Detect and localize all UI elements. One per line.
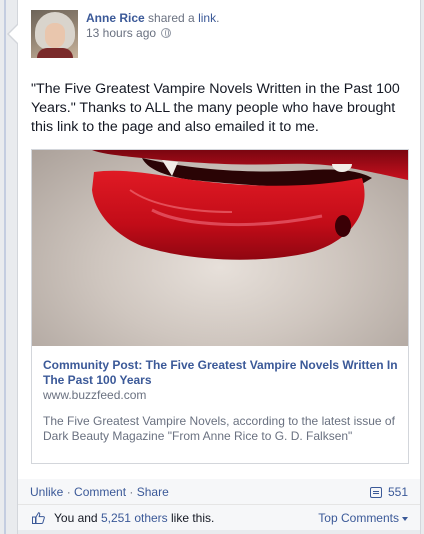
top-comments-label: Top Comments xyxy=(318,511,399,525)
author-name[interactable]: Anne Rice xyxy=(86,11,145,25)
thumbs-up-icon xyxy=(32,512,45,524)
timeline-pointer-inner xyxy=(9,25,18,43)
post-meta: 13 hours ago xyxy=(86,26,172,40)
globe-icon[interactable] xyxy=(161,28,172,38)
shared-link-image[interactable] xyxy=(32,150,408,346)
unlike-link[interactable]: Unlike xyxy=(30,485,63,499)
action-links: Unlike · Comment · Share xyxy=(30,485,169,499)
timeline-line xyxy=(4,0,6,534)
shared-link-description: The Five Greatest Vampire Novels, accord… xyxy=(43,414,395,443)
action-verb: shared a xyxy=(148,11,195,25)
author-avatar[interactable] xyxy=(31,10,78,58)
comment-link[interactable]: Comment xyxy=(74,485,126,499)
shared-link-domain: www.buzzfeed.com xyxy=(43,388,147,402)
avatar-shirt xyxy=(37,48,73,58)
likes-summary: You and 5,251 others like this. xyxy=(54,511,214,525)
bottom-strip xyxy=(18,530,420,534)
header-period: . xyxy=(216,11,220,25)
share-count-value: 551 xyxy=(387,485,408,499)
likes-prefix: You and xyxy=(54,511,101,525)
post-text: "The Five Greatest Vampire Novels Writte… xyxy=(31,81,400,135)
share-count[interactable]: 551 xyxy=(369,485,408,499)
action-separator: · xyxy=(126,485,137,499)
likes-others-link[interactable]: 5,251 others xyxy=(101,511,168,525)
action-link[interactable]: link xyxy=(198,11,216,25)
share-link[interactable]: Share xyxy=(137,485,169,499)
comment-bubble-icon xyxy=(369,486,382,498)
post-timestamp[interactable]: 13 hours ago xyxy=(86,26,156,40)
action-separator: · xyxy=(63,485,75,499)
action-bar: Unlike · Comment · Share 551 xyxy=(18,479,420,505)
top-comments-dropdown[interactable]: Top Comments xyxy=(318,511,408,525)
shared-link-title[interactable]: Community Post: The Five Greatest Vampir… xyxy=(43,358,398,388)
likes-bar: You and 5,251 others like this. Top Comm… xyxy=(18,505,420,530)
shared-link-box[interactable]: Community Post: The Five Greatest Vampir… xyxy=(31,149,409,464)
avatar-face xyxy=(45,23,65,48)
vampire-lips-illustration xyxy=(92,150,408,260)
chevron-down-icon xyxy=(402,516,408,521)
likes-suffix: like this. xyxy=(167,511,215,525)
post-header: Anne Rice shared a link. xyxy=(86,11,219,25)
